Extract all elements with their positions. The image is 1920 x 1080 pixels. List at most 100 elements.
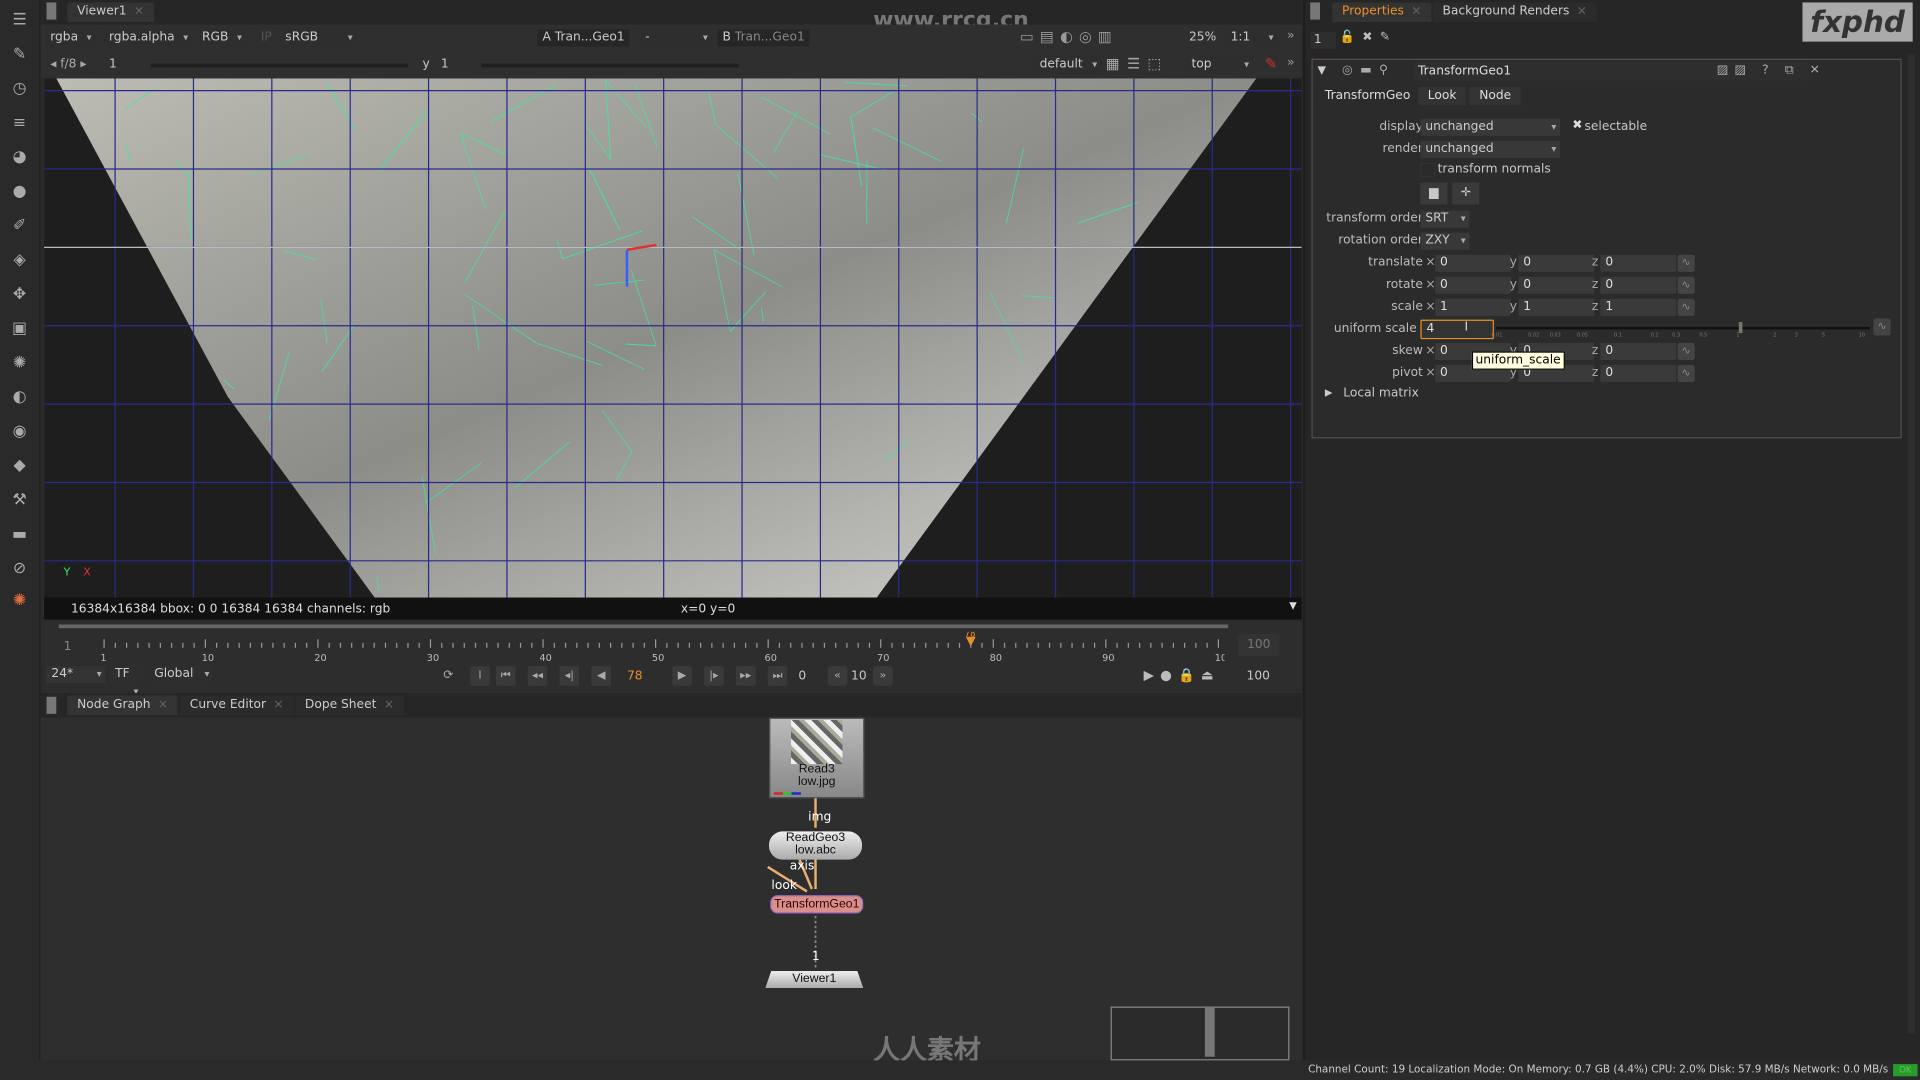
timeline-range-bar[interactable]	[58, 624, 1229, 629]
node-graph-minimap[interactable]	[1110, 1006, 1290, 1061]
ip-button[interactable]: IP	[261, 31, 272, 44]
tab-transformgeo[interactable]: TransformGeo	[1317, 86, 1418, 106]
other-icon[interactable]: ▬	[9, 524, 31, 546]
uniform-scale-input[interactable]: 4	[1420, 319, 1494, 340]
input-a-dropdown[interactable]: A Tran...Geo1	[537, 29, 630, 47]
tf-dropdown[interactable]: TF	[110, 666, 143, 700]
first-frame-button[interactable]: ⏮	[495, 666, 516, 686]
merge-icon[interactable]: ◈	[9, 250, 31, 272]
flipbook-icons[interactable]: ▶●🔒⏏	[1144, 667, 1220, 683]
axis-handle-icon[interactable]: ✛	[1452, 182, 1480, 205]
z-input[interactable]: 0	[1600, 254, 1677, 272]
out-frame-field[interactable]: 100	[1247, 670, 1270, 683]
next-keyframe-button[interactable]: ▸▸	[735, 666, 756, 686]
last-frame-button[interactable]: ⏭	[767, 666, 788, 686]
close-icon[interactable]: ×	[1411, 5, 1421, 18]
tab-look[interactable]: Look	[1417, 86, 1467, 106]
z-input[interactable]: 0	[1600, 364, 1677, 383]
display-dropdown[interactable]: unchanged	[1420, 118, 1561, 136]
render-dropdown[interactable]: unchanged	[1420, 140, 1561, 158]
prev-increment-button[interactable]: ◂|	[559, 666, 580, 686]
uniform-scale-slider[interactable]	[1496, 322, 1870, 334]
local-matrix-label[interactable]: Local matrix	[1343, 387, 1419, 400]
play-forward-button[interactable]: ▶	[672, 666, 692, 686]
close-icon[interactable]: ×	[384, 698, 394, 711]
input-b-dropdown[interactable]: B Tran...Geo1	[717, 29, 810, 47]
animation-icon[interactable]: ∿	[1677, 254, 1695, 272]
rotation-order-dropdown[interactable]: ZXY	[1420, 232, 1470, 250]
node-readgeo3[interactable]: ReadGeo3 low.abc	[768, 831, 863, 860]
y-input[interactable]: 0	[1518, 276, 1595, 294]
furnace-icon[interactable]: ⊘	[9, 558, 31, 580]
ratio-dropdown[interactable]: 1:1	[1225, 29, 1278, 47]
gamma-slider[interactable]	[481, 63, 739, 68]
node-viewer1[interactable]: Viewer1	[765, 971, 864, 989]
menu-icon[interactable]: ☰	[9, 10, 31, 32]
info-toggle-icon[interactable]: ▼	[1289, 600, 1297, 611]
camera-set-dropdown[interactable]: default	[1034, 56, 1101, 74]
node-transformgeo1[interactable]: TransformGeo1	[770, 895, 864, 914]
display-channels-dropdown[interactable]: RGB	[197, 29, 246, 47]
node-header-right-icons[interactable]: ▨▨ ? ⧉ ✕	[1717, 64, 1826, 77]
toolsets-icon[interactable]: ⚒	[9, 490, 31, 512]
timeline-end-field[interactable]: 100	[1237, 634, 1280, 657]
prev-keyframe-button[interactable]: ◂◂	[527, 666, 548, 686]
x-input[interactable]: 0	[1435, 254, 1512, 272]
play-backward-button[interactable]: ◀	[591, 666, 612, 686]
panel-tool-icons[interactable]: 🔓✖✎	[1340, 31, 1398, 44]
z-input[interactable]: 1	[1600, 298, 1677, 316]
more-icon-2[interactable]: »	[1287, 56, 1295, 69]
node-graph[interactable]: Read3 low.jpg img ReadGeo3 low.abc axis …	[40, 717, 1302, 1067]
channels-dropdown[interactable]: rgba	[45, 29, 96, 47]
animation-icon[interactable]: ∿	[1677, 298, 1695, 316]
y-input[interactable]: 1	[1518, 298, 1595, 316]
expand-icon[interactable]: ▶	[1325, 387, 1333, 398]
particles-icon[interactable]: ✺	[9, 353, 31, 375]
paint-brush-icon[interactable]: ✎	[1265, 55, 1277, 72]
tab-curve-editor[interactable]: Curve Editor ×	[180, 695, 294, 716]
x-input[interactable]: 1	[1435, 298, 1512, 316]
next-frame-button[interactable]: |▸	[704, 666, 724, 686]
paint-icon[interactable]: ✎	[9, 44, 31, 66]
gain-slider[interactable]	[150, 63, 408, 68]
tab-node-graph[interactable]: Node Graph ×	[67, 695, 178, 716]
animation-icon[interactable]: ∿	[1677, 276, 1695, 294]
color-icon[interactable]: ◕	[9, 147, 31, 169]
z-input[interactable]: 0	[1600, 276, 1677, 294]
out-point-button[interactable]: 0	[798, 670, 806, 683]
pane-handle-icon[interactable]	[1310, 2, 1321, 20]
max-panels-field[interactable]: 1	[1310, 31, 1336, 49]
close-icon[interactable]: ×	[1577, 5, 1587, 18]
gamma-field[interactable]: 1	[441, 58, 449, 71]
zoom-value[interactable]: 25%	[1189, 31, 1216, 44]
properties-scrollbar[interactable]	[1907, 53, 1916, 1034]
animation-icon[interactable]: ∿	[1873, 318, 1891, 336]
animation-icon[interactable]: ∿	[1677, 364, 1695, 383]
step-field[interactable]: 10	[851, 670, 867, 683]
transform-icon[interactable]: ✥	[9, 284, 31, 306]
tab-background-renders[interactable]: Background Renders ×	[1432, 2, 1597, 23]
transform-order-dropdown[interactable]: SRT	[1420, 210, 1470, 228]
z-input[interactable]: 0	[1600, 342, 1677, 361]
gain-field[interactable]: 1	[109, 58, 117, 71]
nuke-logo-icon[interactable]: ✺	[9, 590, 31, 612]
viewer-tool-icons[interactable]: ▭▤◐◎▥	[1020, 28, 1118, 45]
y-input[interactable]: 0	[1518, 254, 1595, 272]
pane-handle-icon[interactable]	[46, 696, 57, 714]
views-icon[interactable]: ◉	[9, 421, 31, 443]
deep-icon[interactable]: ◐	[9, 387, 31, 409]
tab-viewer1[interactable]: Viewer1 ×	[67, 2, 154, 23]
collapse-icon[interactable]: ▼	[1318, 65, 1326, 77]
node-read3[interactable]: Read3 low.jpg	[768, 717, 865, 799]
timeline-ruler[interactable]: 1 10 20 30 40 50 60 70 80 90 100 78	[98, 632, 1225, 666]
playback-mode-icon[interactable]: ⟳	[443, 669, 453, 682]
scope-dropdown[interactable]: Global	[149, 666, 214, 684]
tab-node[interactable]: Node	[1469, 86, 1521, 106]
view-dropdown[interactable]: top	[1186, 56, 1253, 74]
time-icon[interactable]: ◷	[9, 78, 31, 100]
in-point-button[interactable]: I	[470, 666, 490, 686]
close-icon[interactable]: ×	[273, 698, 283, 711]
channel-icon[interactable]: ≡	[9, 113, 31, 135]
folder-icon[interactable]: ▆	[1420, 182, 1448, 205]
viewer-3d-icons[interactable]: ▦☰⬚	[1106, 55, 1169, 72]
